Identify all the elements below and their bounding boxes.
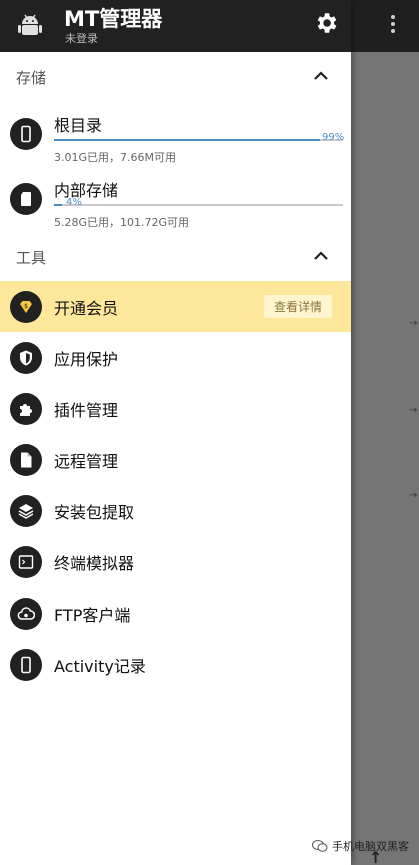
tool-item-terminal[interactable]: 终端模拟器 [0,536,351,587]
storage-item-internal[interactable]: 内部存储 4% 5.28G已用，101.72G可用 [0,177,351,237]
svg-text:$: $ [24,303,28,310]
chevron-up-icon[interactable] [312,68,330,82]
storage-usage-bar [54,204,343,206]
tool-label: 插件管理 [54,401,119,420]
tool-item-app-protect[interactable]: 应用保护 [0,332,351,383]
drawer-header: MT管理器 未登录 [0,0,351,52]
background-toolbar [351,0,419,52]
puzzle-icon [10,393,42,425]
vip-label: 开通会员 [54,299,119,318]
phone-icon [10,118,42,150]
android-icon [18,14,42,35]
tool-item-remote[interactable]: 远程管理 [0,434,351,485]
login-status[interactable]: 未登录 [65,30,98,46]
layers-icon [10,495,42,527]
vip-icon: $ [10,291,42,323]
dimmed-background[interactable]: → → → ↑ [351,0,419,865]
section-title: 存储 [16,69,47,87]
storage-usage-fill [54,204,62,206]
watermark: 手机电脑双黑客 [312,838,409,854]
chevron-up-icon[interactable] [312,248,330,262]
sd-card-icon [10,183,42,215]
tool-item-ftp[interactable]: FTP客户端 [0,588,351,639]
tool-label: Activity记录 [54,657,146,676]
storage-info: 5.28G已用，101.72G可用 [54,216,190,229]
storage-info: 3.01G已用，7.66M可用 [54,151,176,164]
watermark-text: 手机电脑双黑客 [332,840,409,853]
view-details-button[interactable]: 查看详情 [264,295,332,318]
phone-icon [10,649,42,681]
tools-section-header[interactable]: 工具 [0,236,351,276]
navigation-drawer: MT管理器 未登录 存储 根目录 99% 3.01G已用，7.66M可用 内部存… [0,0,351,865]
file-icon [10,444,42,476]
storage-usage-fill [54,139,320,141]
storage-name: 根目录 [54,116,103,135]
tool-item-plugins[interactable]: 插件管理 [0,383,351,434]
tool-item-activity-log[interactable]: Activity记录 [0,639,351,690]
tool-label: 终端模拟器 [54,554,135,573]
app-title: MT管理器 [64,7,163,31]
tool-label: 安装包提取 [54,503,135,522]
storage-usage-bar [54,139,343,141]
section-title: 工具 [16,249,47,267]
cloud-icon [10,598,42,630]
storage-item-root[interactable]: 根目录 99% 3.01G已用，7.66M可用 [0,112,351,172]
storage-section-header[interactable]: 存储 [0,56,351,96]
moon-icon[interactable] [262,11,286,35]
terminal-icon [10,546,42,578]
tool-item-apk-extract[interactable]: 安装包提取 [0,485,351,536]
arrow-icon: → [409,318,418,329]
arrow-icon: → [409,490,418,501]
tool-label: 远程管理 [54,452,119,471]
storage-name: 内部存储 [54,181,119,200]
arrow-icon: → [409,405,418,416]
gear-icon[interactable] [313,10,339,36]
wechat-icon [312,840,328,852]
shield-icon [10,342,42,374]
tool-label: FTP客户端 [54,606,131,625]
storage-percent: 4% [66,197,82,208]
tool-label: 应用保护 [54,350,119,369]
storage-percent: 99% [322,132,345,143]
vip-item[interactable]: $ 开通会员 查看详情 [0,281,351,332]
